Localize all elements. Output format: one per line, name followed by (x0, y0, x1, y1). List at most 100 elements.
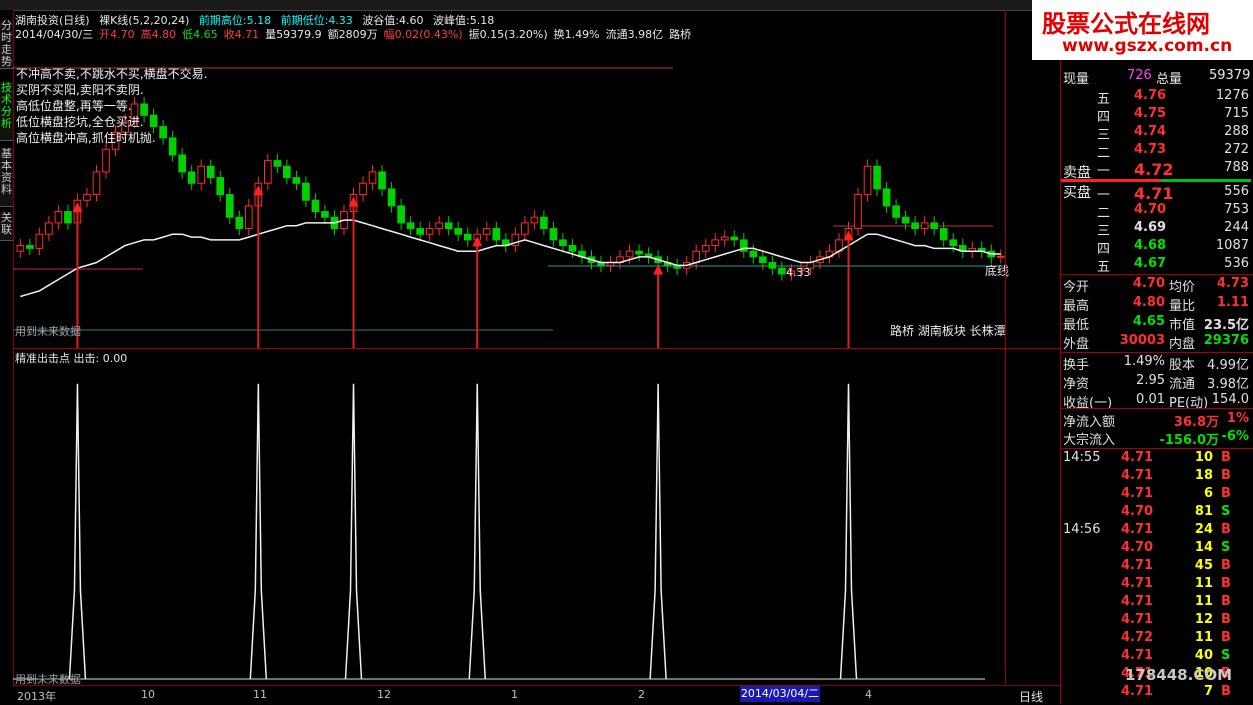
ask-level: 三 (1097, 128, 1111, 143)
candle-body (463, 233, 472, 241)
candle-body (635, 250, 643, 255)
indicator-spike (344, 383, 363, 680)
candle-body (720, 236, 729, 241)
candle-body (521, 222, 529, 235)
candle-body (311, 199, 320, 213)
low-marker-label: 4.33 (786, 266, 811, 279)
candle-body (549, 228, 558, 241)
candlestick-chart[interactable] (13, 10, 1060, 348)
candle-body (759, 256, 767, 264)
tick-side: B (1221, 522, 1231, 537)
candle-body (416, 228, 424, 235)
stat-value: 4.65 (1132, 314, 1165, 329)
bid-level: 一 (1097, 188, 1111, 203)
candle-body (244, 205, 253, 230)
period-label[interactable]: 日线 (1019, 688, 1043, 705)
bid-price: 4.71 (1134, 184, 1174, 203)
indicator-title: 精准出击点 出击: 0.00 (15, 352, 128, 365)
tick-vol: 14 (1194, 540, 1213, 555)
tick-price: 4.71 (1121, 468, 1154, 483)
ask-price: 4.72 (1134, 160, 1174, 179)
candle-body (216, 177, 225, 196)
tick-vol: 11 (1194, 630, 1213, 645)
candle-body (102, 148, 110, 173)
candle-body (64, 211, 72, 224)
candle-body (996, 255, 1005, 258)
candle-body (406, 222, 415, 230)
buy-label: 买盘 (1063, 185, 1091, 201)
tick-time: 14:56 (1063, 522, 1101, 537)
tick-price: 4.70 (1121, 504, 1154, 519)
flow-value: -156.0万 (1159, 433, 1219, 448)
candle-body (492, 228, 501, 241)
candle-body (83, 194, 91, 201)
ohlc-info: 2014/04/30/三 开4.70 高4.80 低4.65 收4.71 量59379.9… (15, 28, 692, 41)
stat-label: 净资 (1063, 377, 1090, 392)
tick-vol: 18 (1194, 468, 1213, 483)
tab-technical[interactable]: 技术分析 (0, 82, 13, 141)
volume-row: 现量 726 总量 59379 (1063, 68, 1251, 87)
indicator-chart[interactable] (13, 349, 1060, 685)
tick-side: S (1221, 540, 1231, 555)
strategy-notes: 不冲高不卖,不跳水不买,横盘不交易. 买阴不买阳,卖阳不卖阴. 高低位盘整,再等… (16, 67, 208, 145)
candle-body (920, 222, 929, 230)
stat-value: 1.11 (1216, 295, 1249, 310)
tab-intraday[interactable]: 分时走势 (0, 20, 13, 69)
tick-side: B (1221, 684, 1231, 699)
candle-body (778, 267, 786, 275)
tick-price: 4.70 (1121, 540, 1154, 555)
tick-side: S (1221, 504, 1231, 519)
ask-vol: 272 (1224, 142, 1249, 157)
flow-pct: -6% (1221, 429, 1249, 444)
flow-value: 36.8万 (1173, 415, 1219, 430)
ask-level: 一 (1097, 164, 1111, 179)
watermark: 178448.COM (1125, 666, 1233, 684)
candle-body (387, 188, 396, 207)
site-logo: 股票公式在线网 www.gszx.com.cn (1032, 0, 1253, 60)
ask-level: 四 (1097, 110, 1111, 125)
bid-price: 4.67 (1134, 256, 1167, 271)
tick-price: 4.71 (1121, 576, 1154, 591)
ask-price: 4.74 (1134, 124, 1167, 139)
stat-value: 154.0 (1211, 392, 1249, 407)
candle-body (235, 216, 244, 230)
bid-level: 二 (1097, 206, 1111, 221)
stat-label: 量比 (1169, 299, 1196, 314)
tick-side: B (1221, 612, 1231, 627)
candle-body (292, 177, 301, 184)
tick-vol: 10 (1194, 450, 1213, 465)
candle-body (482, 228, 491, 235)
stat-value: 4.70 (1132, 276, 1165, 291)
timeline-bar[interactable]: 2013年 10 11 12 1 2 4 日线 (13, 685, 1060, 705)
tick-side: B (1221, 450, 1231, 465)
candle-body (197, 165, 206, 184)
stat-label: 最低 (1063, 318, 1090, 333)
tick-time: 14:55 (1063, 450, 1101, 465)
stat-label: 外盘 (1063, 337, 1090, 352)
candle-body (16, 245, 25, 252)
tick-price: 4.71 (1121, 594, 1154, 609)
tab-fundamentals[interactable]: 基本资料 (0, 148, 13, 207)
tick-vol: 40 (1194, 648, 1213, 663)
stat-value: 4.73 (1216, 276, 1249, 291)
bid-vol: 753 (1224, 202, 1249, 217)
stat-label: 市值 (1169, 318, 1196, 333)
tick-side: B (1221, 630, 1231, 645)
indicator-spike (68, 383, 87, 680)
candle-body (625, 250, 634, 258)
ask-price: 4.75 (1134, 106, 1167, 121)
tick-vol: 11 (1194, 594, 1213, 609)
candle-body (949, 239, 958, 247)
candle-body (701, 245, 710, 252)
flow-label: 净流入额 (1063, 415, 1116, 430)
candle-body (187, 171, 196, 184)
candle-body (454, 228, 463, 235)
stat-value: 1.49% (1123, 354, 1165, 369)
candle-body (425, 228, 434, 235)
bid-level: 四 (1097, 242, 1111, 257)
tab-related[interactable]: 关联 (0, 212, 13, 241)
stat-value: 4.99亿 (1207, 358, 1249, 373)
tick-price: 4.71 (1121, 612, 1154, 627)
tick-vol: 45 (1194, 558, 1213, 573)
candle-body (302, 182, 310, 201)
